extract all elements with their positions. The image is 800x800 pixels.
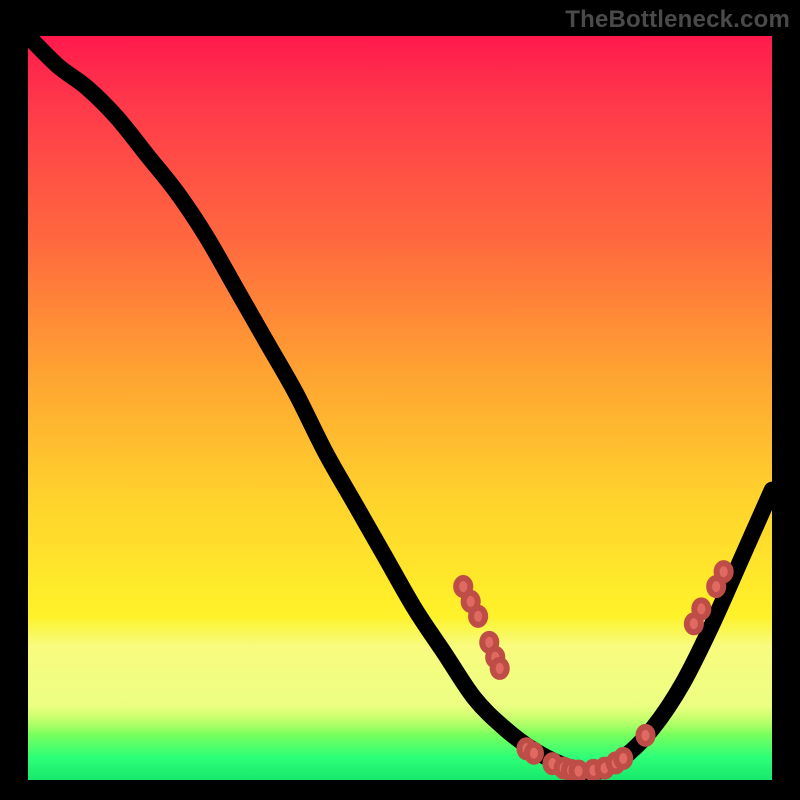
- data-point: [694, 600, 708, 617]
- chart-frame: TheBottleneck.com: [0, 0, 800, 800]
- curve-layer: [28, 36, 772, 780]
- data-point: [493, 660, 507, 677]
- data-point: [471, 608, 485, 625]
- data-point: [616, 750, 630, 767]
- plot-area: [28, 36, 772, 780]
- bottleneck-curve: [28, 36, 772, 773]
- data-point: [527, 745, 541, 762]
- data-point: [717, 563, 731, 580]
- attribution-label: TheBottleneck.com: [565, 6, 790, 34]
- data-point: [638, 727, 652, 744]
